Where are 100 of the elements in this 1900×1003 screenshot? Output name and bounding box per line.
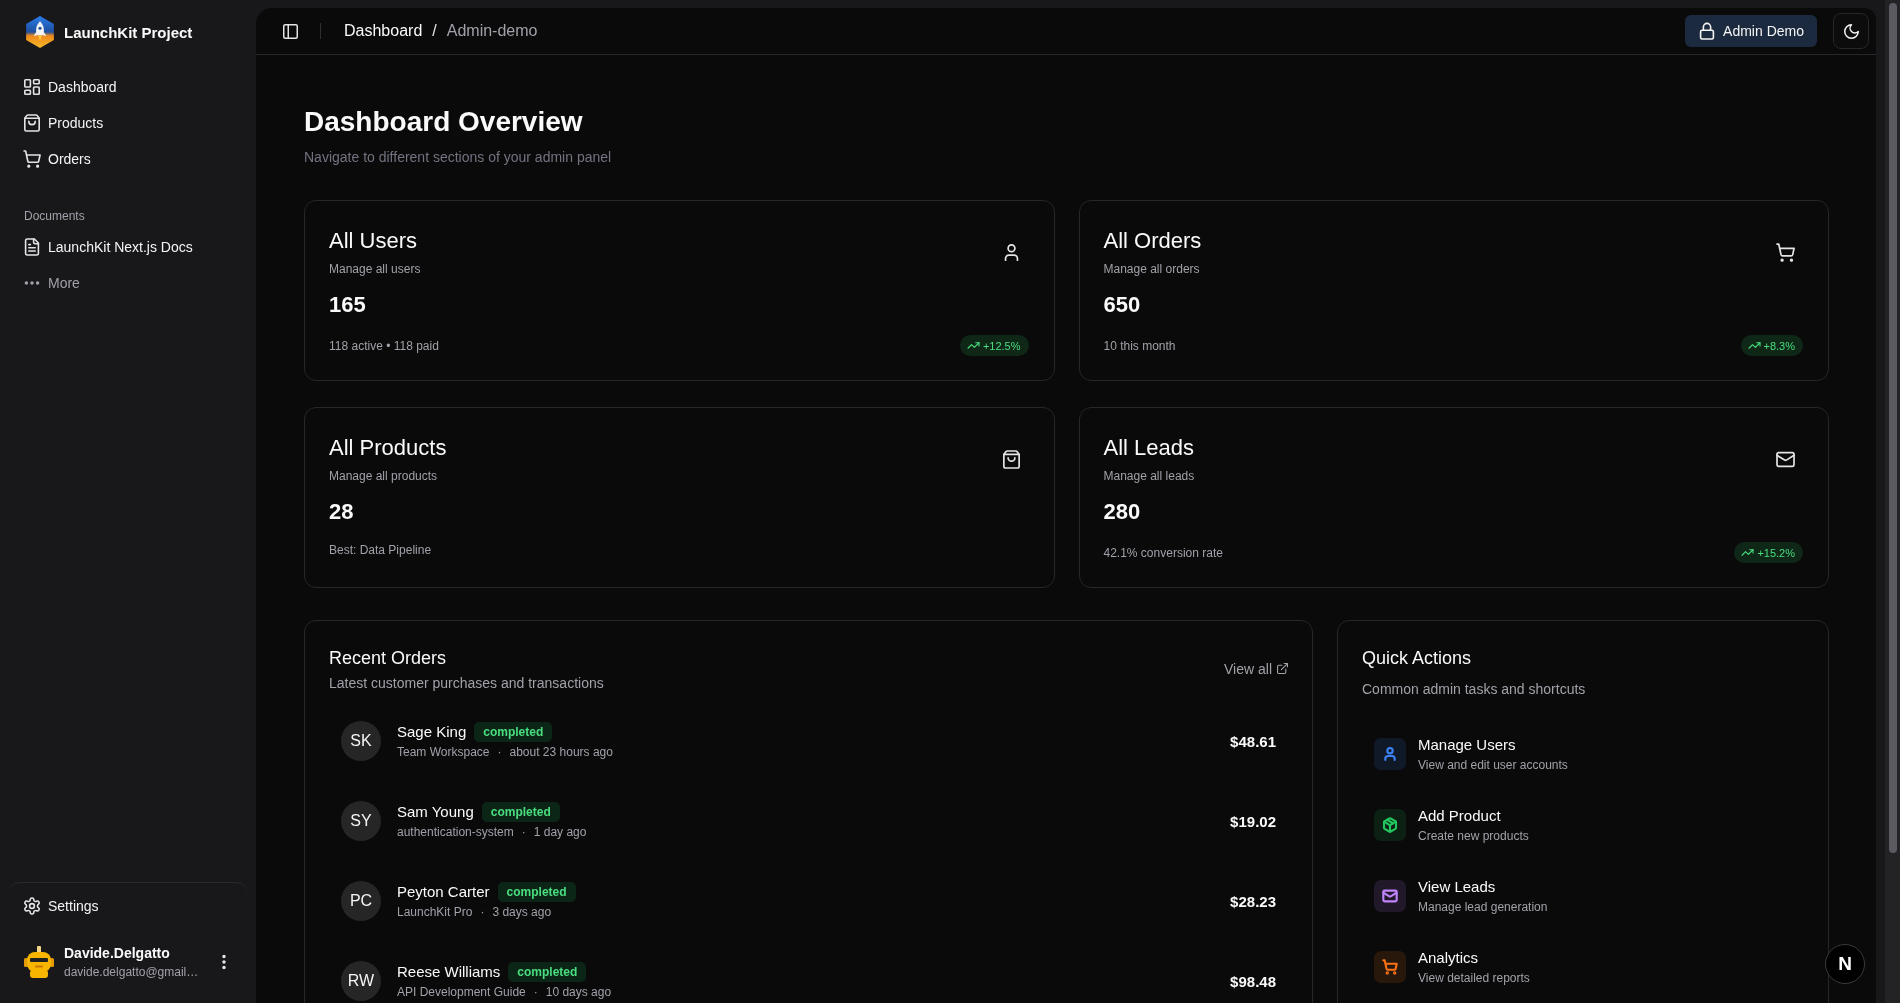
trend-value: +8.3%	[1763, 339, 1795, 352]
order-amount: $48.61	[1230, 732, 1276, 750]
user-email: davide.delgatto@gmail…	[64, 964, 199, 980]
separator-dot: ·	[533, 984, 538, 1000]
trend-value: +15.2%	[1757, 546, 1795, 559]
shopping-bag-icon	[1002, 450, 1020, 468]
robot-avatar-icon	[24, 946, 54, 978]
action-description: Create new products	[1418, 828, 1529, 844]
card-subtitle: Common admin tasks and shortcuts	[1362, 680, 1586, 699]
customer-avatar: SY	[341, 801, 381, 841]
separator-dot: ·	[521, 824, 526, 840]
order-amount: $98.48	[1230, 972, 1276, 990]
customer-avatar: PC	[341, 881, 381, 921]
customer-avatar: SK	[341, 721, 381, 761]
customer-name: Sage King	[397, 722, 467, 742]
box-icon[interactable]	[1374, 809, 1406, 841]
action-description: Manage lead generation	[1418, 899, 1548, 915]
sidebar-item[interactable]: Orders	[16, 141, 240, 177]
separator-dot: ·	[480, 904, 485, 920]
card-title: Recent Orders	[329, 647, 447, 670]
status-badge: completed	[474, 722, 553, 742]
settings-icon	[24, 898, 40, 914]
shopping-bag-icon	[24, 115, 40, 131]
view-all-link[interactable]: View all	[1224, 660, 1288, 677]
card-subtitle: Manage all users	[329, 261, 421, 277]
action-title[interactable]: Add Product	[1418, 806, 1501, 826]
card-title: All Orders	[1103, 227, 1202, 255]
status-badge: completed	[508, 962, 587, 982]
scrollbar-thumb[interactable]	[1889, 3, 1897, 853]
order-product: authentication-system	[397, 824, 514, 840]
order-product: Team Workspace	[397, 744, 490, 760]
stat-value: 165	[329, 291, 366, 319]
user-icon[interactable]	[1374, 738, 1406, 770]
sidebar-item[interactable]: Settings	[16, 888, 240, 924]
page-title: Dashboard Overview	[304, 105, 583, 139]
customer-name: Reese Williams	[397, 962, 501, 982]
stat-note: Best: Data Pipeline	[329, 542, 432, 558]
order-time: 10 days ago	[545, 984, 612, 1000]
theme-toggle-button[interactable]	[1833, 13, 1869, 49]
breadcrumb-separator: /	[432, 22, 437, 40]
action-title[interactable]: Analytics	[1418, 948, 1479, 968]
user-name: Davide.Delgatto	[64, 944, 170, 962]
order-product: LaunchKit Pro	[397, 904, 473, 920]
page-subtitle: Navigate to different sections of your admin panel	[304, 148, 612, 167]
shopping-cart-icon	[1777, 243, 1794, 261]
mail-icon	[1777, 450, 1794, 468]
admin-demo-button[interactable]: Admin Demo	[1685, 15, 1817, 47]
stat-value: 650	[1103, 291, 1141, 319]
order-amount: $28.23	[1230, 892, 1276, 910]
stat-note: 42.1% conversion rate	[1103, 544, 1223, 561]
sidebar-item[interactable]: More	[16, 265, 240, 301]
trend-up-icon	[967, 340, 979, 351]
stat-value: 280	[1103, 498, 1141, 526]
order-time: about 23 hours ago	[509, 744, 613, 760]
dashboard-grid-icon	[24, 79, 40, 95]
order-amount: $19.02	[1230, 812, 1276, 830]
order-time: 1 day ago	[533, 824, 587, 840]
stat-note: 118 active • 118 paid	[329, 337, 439, 354]
sidebar-item[interactable]: Dashboard	[16, 69, 240, 105]
breadcrumb-link[interactable]: Dashboard	[344, 22, 423, 40]
trend-up-icon	[1742, 547, 1754, 558]
user-icon	[1002, 243, 1020, 261]
rocket-logo-icon	[24, 16, 56, 48]
moon-icon	[1843, 23, 1859, 39]
separator-dot: ·	[497, 744, 502, 760]
sidebar-item[interactable]: LaunchKit Next.js Docs	[16, 229, 240, 265]
trend-value: +12.5%	[982, 339, 1021, 352]
mail-icon[interactable]	[1374, 880, 1406, 912]
trend-up-icon	[1748, 340, 1760, 351]
customer-avatar: RW	[341, 961, 381, 1001]
card-subtitle: Latest customer purchases and transactions	[329, 674, 604, 693]
order-time: 3 days ago	[492, 904, 552, 920]
shopping-cart-icon[interactable]	[1374, 951, 1406, 983]
scrollbar-track[interactable]	[1885, 0, 1900, 1003]
card-title: All Users	[329, 227, 417, 255]
external-link-icon	[1277, 663, 1288, 674]
card-subtitle: Manage all orders	[1103, 261, 1200, 277]
customer-name: Sam Young	[397, 802, 474, 822]
card-title: All Leads	[1103, 434, 1194, 462]
card-title: All Products	[329, 434, 447, 462]
card-subtitle: Manage all leads	[1103, 468, 1195, 484]
sidebar-item[interactable]: Products	[16, 105, 240, 141]
customer-name: Peyton Carter	[397, 882, 490, 902]
status-badge: completed	[481, 802, 560, 822]
action-title[interactable]: Manage Users	[1418, 735, 1516, 755]
brand-name[interactable]: LaunchKit Project	[64, 23, 193, 41]
stat-note: 10 this month	[1103, 337, 1176, 354]
panel-icon	[282, 23, 298, 39]
card-title: Quick Actions	[1362, 647, 1472, 670]
section-label: Documents	[23, 208, 86, 225]
status-badge: completed	[497, 882, 576, 902]
card-subtitle: Manage all products	[329, 468, 438, 484]
action-title[interactable]: View Leads	[1418, 877, 1496, 897]
breadcrumb-current: Admin-demo	[446, 22, 538, 40]
action-description: View and edit user accounts	[1418, 757, 1568, 773]
document-icon	[24, 239, 40, 255]
action-description: View detailed reports	[1418, 970, 1530, 986]
shopping-cart-icon	[24, 151, 40, 167]
stat-value: 28	[329, 498, 354, 526]
order-product: API Development Guide	[397, 984, 526, 1000]
